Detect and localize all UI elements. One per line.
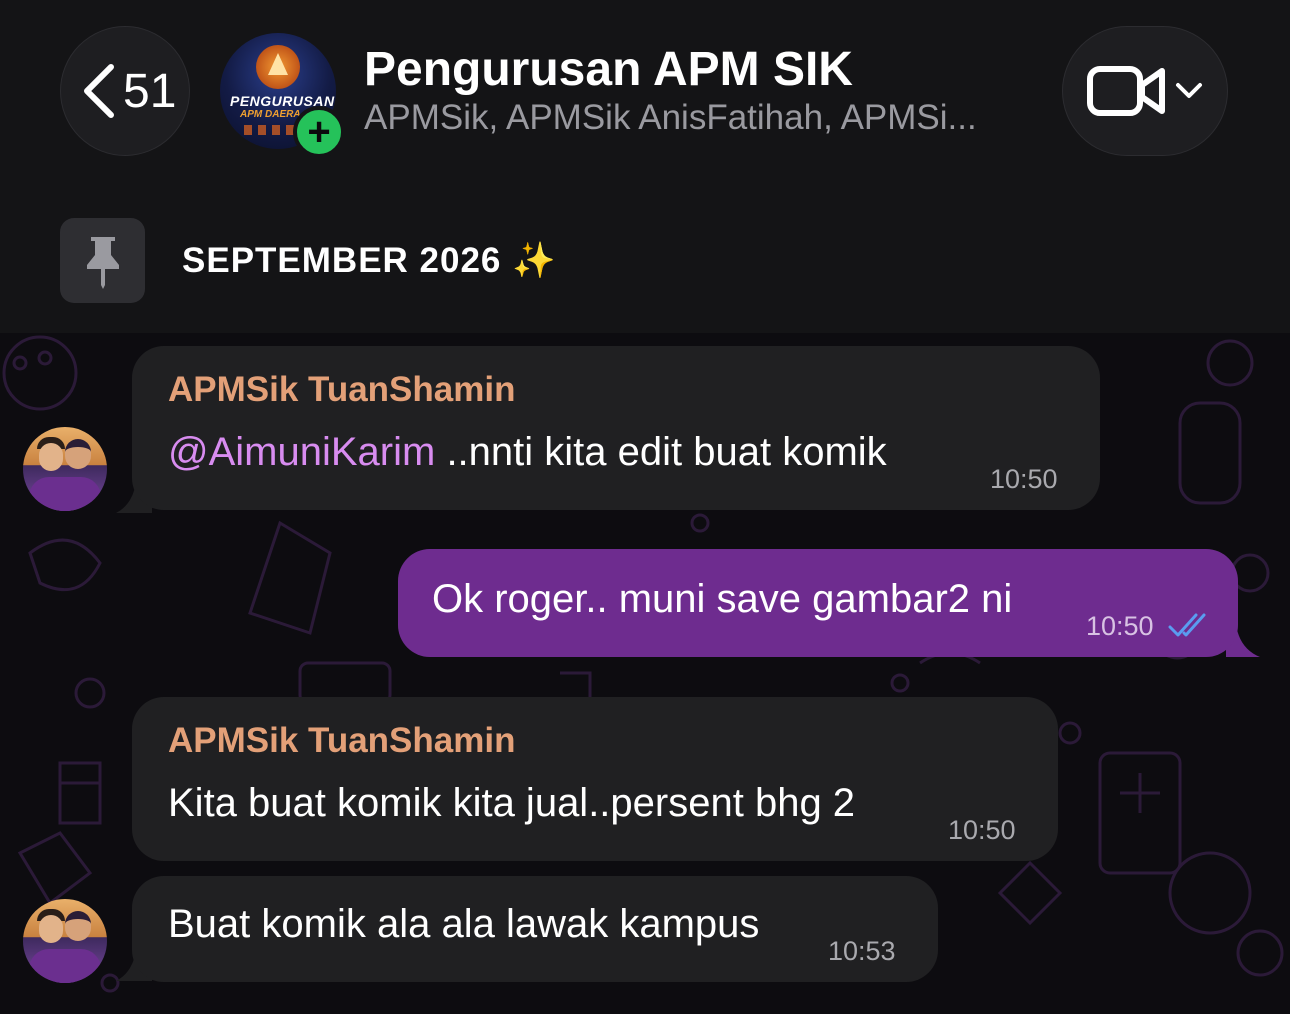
message-text-body: ..nnti kita edit buat komik [435,430,887,474]
avatar-photo-detail [39,915,63,943]
chat-members-subtitle[interactable]: APMSik, APMSik AnisFatihah, APMSi... [364,98,977,138]
pin-button[interactable] [60,218,145,303]
message-time: 10:50 [1086,611,1154,641]
message-text: Kita buat komik kita jual..persent bhg 2 [168,781,856,825]
message-text: Buat komik ala ala lawak kampus [168,902,760,946]
unread-count: 51 [123,64,177,118]
message-bubble[interactable]: APMSik TuanShamin Kita buat komik kita j… [132,697,1058,861]
sender-name[interactable]: APMSik TuanShamin [168,370,515,410]
message-time: 10:50 [948,815,1016,845]
logo-emblem-icon [256,45,300,89]
pinned-message-bar[interactable]: SEPTEMBER 2026 ✨ [0,190,1290,333]
message-bubble[interactable]: APMSik TuanShamin @AimuniKarim ..nnti ki… [132,346,1100,510]
message-list[interactable]: APMSik TuanShamin @AimuniKarim ..nnti ki… [0,333,1290,1014]
message-text: Ok roger.. muni save gambar2 ni [432,577,1013,621]
avatar-logo-subtext: APM DAERA [240,109,301,120]
sender-avatar[interactable] [23,427,107,511]
chat-header: 51 PENGURUSAN APM DAERA + Pengurusan APM… [0,0,1290,190]
chevron-left-icon [84,64,114,118]
avatar-photo-detail [39,443,63,471]
message-time: 10:53 [828,936,896,966]
chevron-down-icon [1176,83,1202,98]
pinned-message-text: SEPTEMBER 2026 ✨ [182,241,557,280]
video-camera-icon [1087,66,1165,116]
avatar-photo-detail [65,911,91,941]
avatar-photo [29,477,101,511]
mention-link[interactable]: @AimuniKarim [168,430,435,474]
message-bubble-outgoing[interactable]: Ok roger.. muni save gambar2 ni 10:50 [398,549,1238,657]
sender-avatar[interactable] [23,899,107,983]
back-button[interactable]: 51 [60,26,190,156]
avatar-photo [29,949,101,983]
video-call-button[interactable] [1062,26,1228,156]
sender-name[interactable]: APMSik TuanShamin [168,721,515,761]
message-text: @AimuniKarim ..nnti kita edit buat komik [168,430,887,475]
chat-title[interactable]: Pengurusan APM SIK [364,42,853,97]
message-time: 10:50 [990,464,1058,494]
plus-icon[interactable]: + [293,106,345,158]
double-check-icon [1168,613,1206,637]
pin-icon [86,236,119,289]
message-bubble[interactable]: Buat komik ala ala lawak kampus 10:53 [132,876,938,982]
avatar-photo-detail [65,439,91,469]
